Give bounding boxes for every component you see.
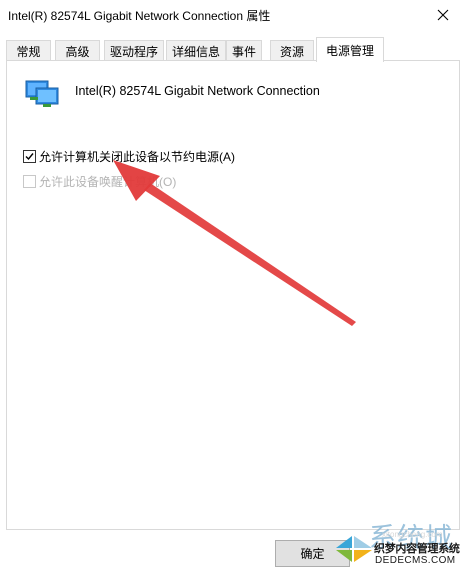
close-icon	[437, 9, 449, 21]
allow-wake-option: 允许此设备唤醒计算机(O)	[23, 173, 176, 189]
watermark-line2: DEDECMS.COM	[375, 555, 456, 566]
tab-general[interactable]: 常规	[6, 40, 51, 61]
close-button[interactable]	[420, 0, 466, 30]
allow-power-off-checkbox[interactable]	[23, 149, 36, 163]
tab-power-management[interactable]: 电源管理	[316, 37, 384, 62]
allow-wake-checkbox	[23, 174, 36, 188]
title-bar: Intel(R) 82574L Gigabit Network Connecti…	[0, 0, 466, 31]
watermark-line1: 织梦内容管理系统	[374, 543, 460, 555]
tab-advanced[interactable]: 高级	[55, 40, 100, 61]
tab-resources[interactable]: 资源	[270, 40, 314, 61]
watermark-site: xitongcheng.com	[382, 530, 443, 539]
tab-driver[interactable]: 驱动程序	[104, 40, 164, 61]
tab-details[interactable]: 详细信息	[166, 40, 226, 61]
checkmark-icon	[25, 152, 34, 160]
tab-bar: 常规 高级 驱动程序 详细信息 事件 资源 电源管理	[6, 37, 460, 62]
allow-wake-label: 允许此设备唤醒计算机(O)	[39, 174, 177, 189]
allow-power-off-label: 允许计算机关闭此设备以节约电源(A)	[39, 149, 235, 164]
ok-button-label: 确定	[300, 547, 325, 561]
device-name: Intel(R) 82574L Gigabit Network Connecti…	[75, 84, 320, 98]
tab-events[interactable]: 事件	[226, 40, 262, 61]
window-title: Intel(R) 82574L Gigabit Network Connecti…	[8, 9, 271, 23]
network-adapter-icon	[25, 80, 59, 107]
power-management-panel: Intel(R) 82574L Gigabit Network Connecti…	[6, 60, 460, 530]
allow-power-off-option[interactable]: 允许计算机关闭此设备以节约电源(A)	[23, 148, 235, 164]
